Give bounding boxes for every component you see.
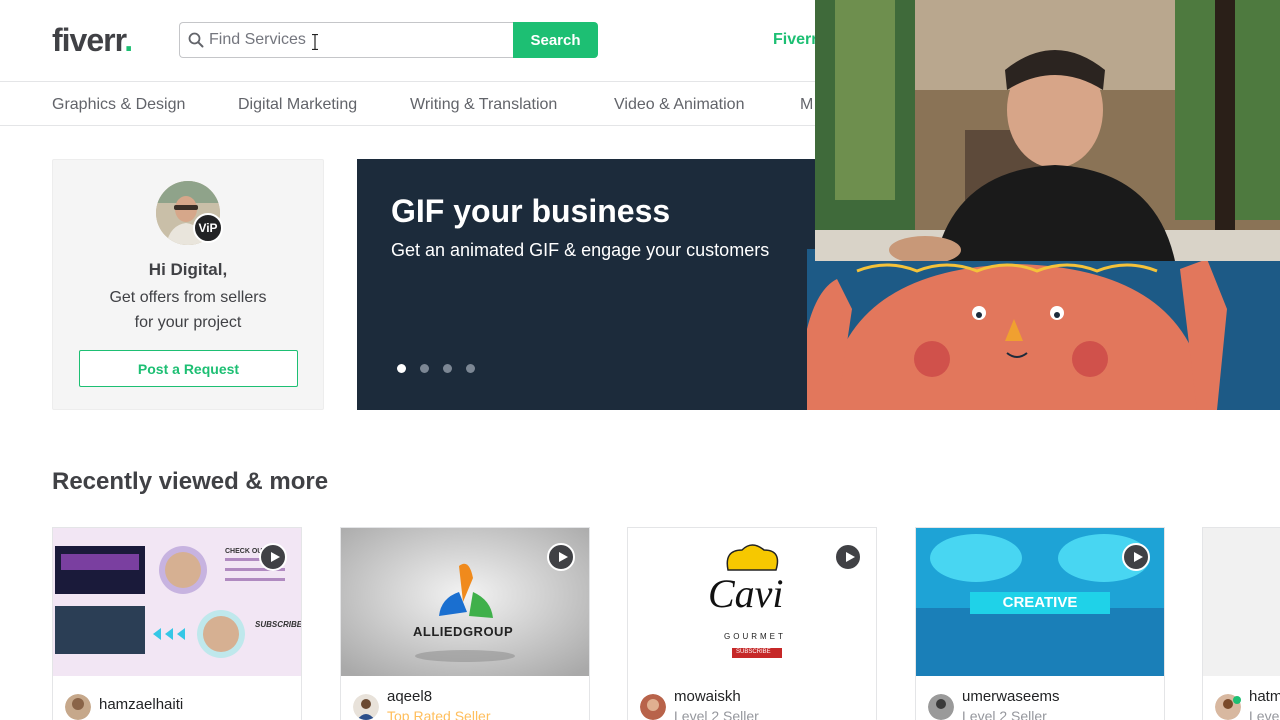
thumb-brand-sub: GOURMET [724, 632, 786, 641]
carousel-dot-2[interactable] [420, 364, 429, 373]
gig-thumbnail[interactable]: CHECK OUT SUBSCRIBE [53, 528, 301, 676]
fiverr-homepage: fiverr. Search Fiverr Graphics & Design … [0, 0, 1280, 720]
seller-name[interactable]: aqeel8 [387, 688, 432, 706]
seller-level: Top Rated Seller [387, 708, 491, 720]
search-icon [188, 32, 204, 48]
text-cursor-icon [312, 34, 318, 50]
carousel-dot-3[interactable] [443, 364, 452, 373]
welcome-card: ViP Hi Digital, Get offers from sellers … [52, 159, 324, 410]
thumb-logo-text: ALLIEDGROUP [413, 624, 514, 639]
seller-avatar[interactable] [353, 694, 379, 720]
post-request-button[interactable]: Post a Request [79, 350, 298, 387]
play-icon[interactable] [547, 543, 575, 571]
banner-subtitle: Get an animated GIF & engage your custom… [391, 240, 770, 260]
gig-card-1[interactable]: CHECK OUT SUBSCRIBE hamzaelhaiti [52, 527, 302, 720]
offer-line-1: Get offers from sellers [109, 289, 267, 306]
logo-dot: . [124, 22, 133, 58]
recently-viewed-title: Recently viewed & more [52, 468, 329, 495]
thumb-subscribe: SUBSCRIBE [255, 620, 301, 629]
banner-illustration [807, 249, 1280, 410]
logo-text: fiverr [52, 22, 125, 58]
seller-name[interactable]: mowaiskh [674, 688, 741, 706]
offer-text: Get offers from sellers for your project [78, 285, 298, 335]
thumb-creative-text: CREATIVE [1002, 594, 1078, 611]
carousel-dot-4[interactable] [466, 364, 475, 373]
fiverr-business-link[interactable]: Fiverr [773, 30, 817, 50]
fiverr-logo[interactable]: fiverr. [52, 22, 133, 58]
category-video-animation[interactable]: Video & Animation [614, 95, 744, 115]
seller-avatar[interactable] [65, 694, 91, 720]
gig-card-4[interactable]: CREATIVE umerwaseems Level 2 Seller [915, 527, 1165, 720]
thumb-subscribe: SUBSCRIBE [736, 649, 771, 655]
seller-name[interactable]: hamzaelhaiti [99, 696, 183, 714]
search-input[interactable] [209, 23, 509, 57]
category-writing-translation[interactable]: Writing & Translation [410, 95, 557, 115]
online-status-dot [1233, 696, 1241, 704]
greeting: Hi Digital, [148, 260, 228, 279]
gig-thumbnail[interactable]: ALLIEDGROUP [341, 528, 589, 676]
gig-thumbnail[interactable] [1203, 528, 1280, 676]
gig-card-3[interactable]: Cavi GOURMET SUBSCRIBE mowaiskh Level 2 … [627, 527, 877, 720]
gig-card-2[interactable]: ALLIEDGROUP aqeel8 Top Rated Seller [340, 527, 590, 720]
gig-thumbnail[interactable]: CREATIVE [916, 528, 1164, 676]
category-graphics-design[interactable]: Graphics & Design [52, 95, 185, 115]
offer-line-2: for your project [134, 314, 242, 331]
seller-avatar[interactable] [640, 694, 666, 720]
seller-name[interactable]: umerwaseems [962, 688, 1060, 706]
play-icon[interactable] [834, 543, 862, 571]
webcam-overlay [815, 0, 1280, 261]
webcam-feed-image [815, 0, 1280, 261]
search-button[interactable]: Search [513, 22, 598, 58]
seller-avatar[interactable] [928, 694, 954, 720]
seller-level: Level 2 Seller [674, 708, 759, 720]
category-digital-marketing[interactable]: Digital Marketing [238, 95, 357, 115]
user-avatar-wrap: ViP [156, 181, 223, 245]
seller-name[interactable]: hatm [1249, 688, 1280, 706]
banner-title: GIF your business [391, 193, 671, 229]
gig-thumbnail[interactable]: Cavi GOURMET SUBSCRIBE [628, 528, 876, 676]
vip-badge: ViP [193, 213, 223, 243]
carousel-dot-1[interactable] [397, 364, 406, 373]
play-icon[interactable] [259, 543, 287, 571]
play-icon[interactable] [1122, 543, 1150, 571]
search-box[interactable] [179, 22, 515, 58]
seller-level: Level 2 Seller [962, 708, 1047, 720]
seller-level: Leve [1249, 708, 1280, 720]
thumb-brand-name: Cavi [708, 571, 784, 616]
category-music-audio[interactable]: M [800, 95, 813, 115]
gig-card-5[interactable]: hatm Leve [1202, 527, 1280, 720]
